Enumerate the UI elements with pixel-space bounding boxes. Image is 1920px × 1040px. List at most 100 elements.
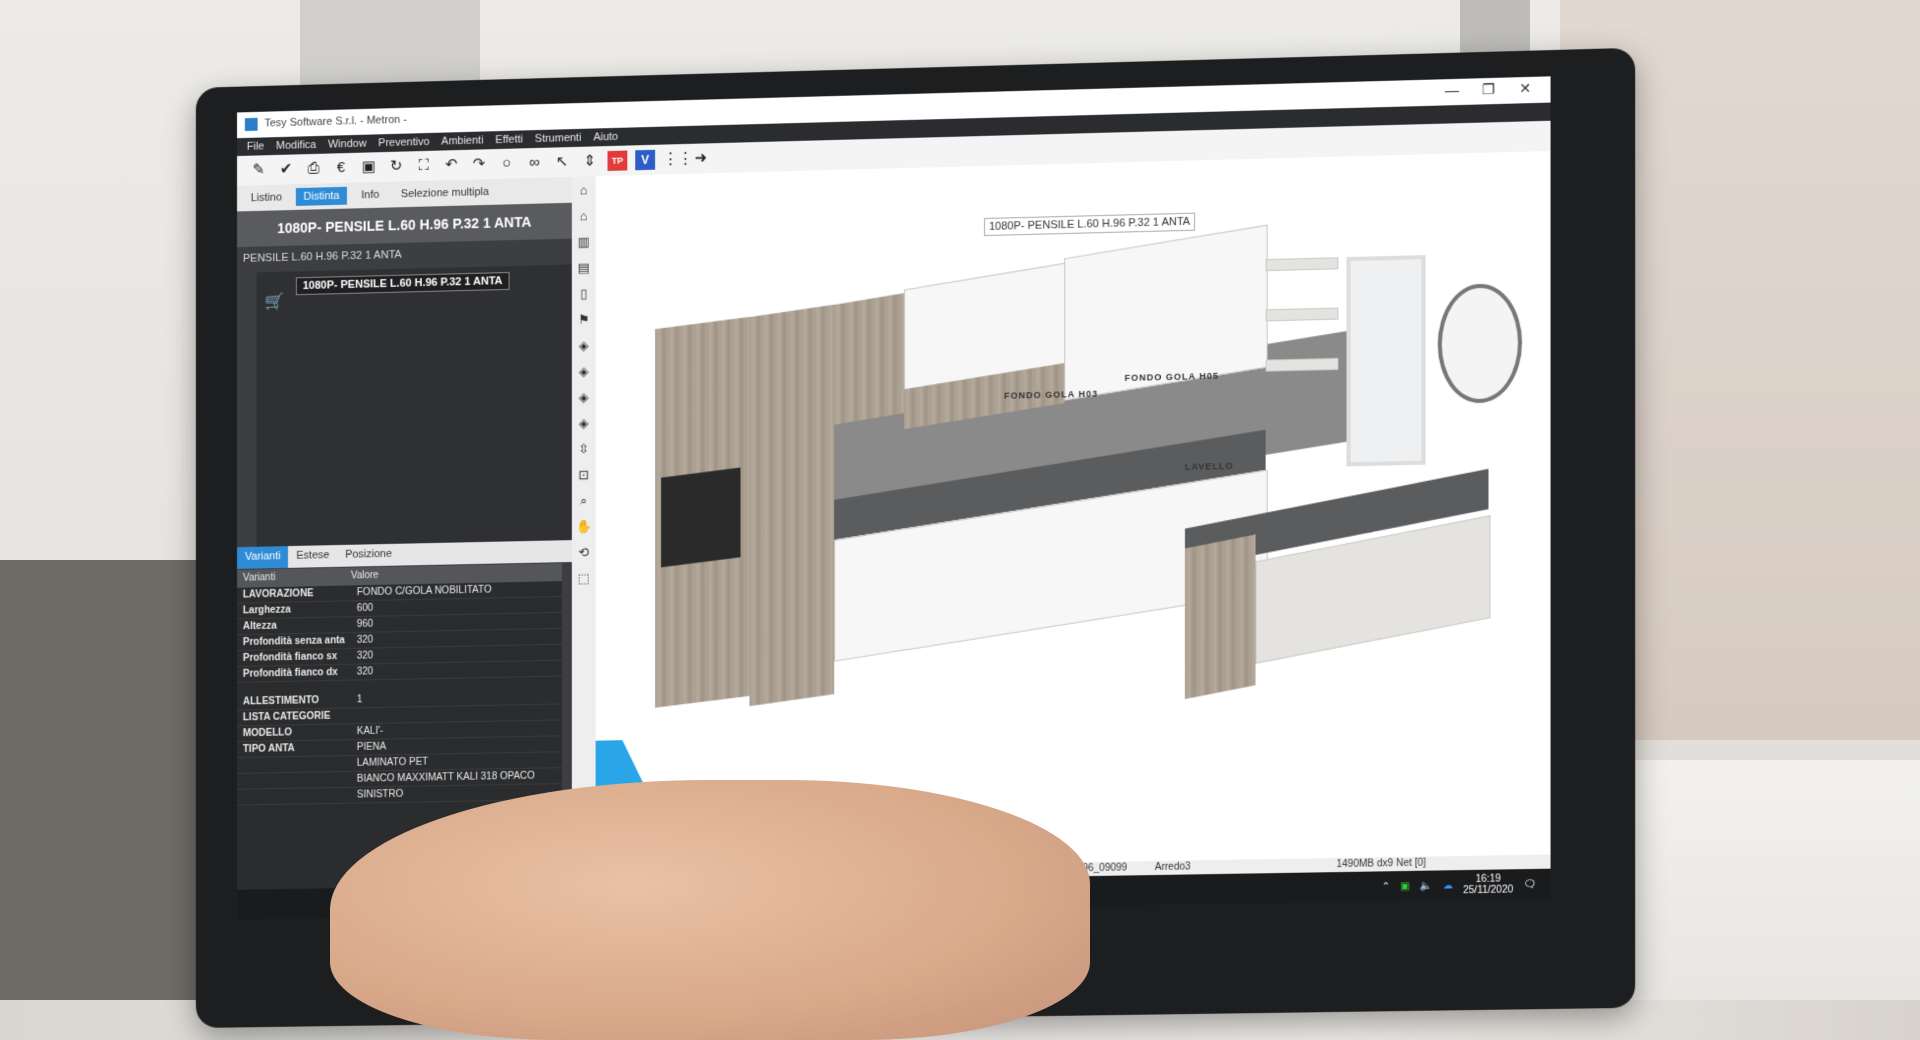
3d-viewport[interactable]: ⟂	[595, 151, 1551, 871]
tab-varianti[interactable]: Varianti	[237, 546, 289, 569]
print-icon[interactable]: ⎙	[304, 159, 324, 179]
euro-icon[interactable]: €	[331, 158, 351, 178]
oven	[661, 467, 741, 568]
house-icon[interactable]: ⌂	[574, 208, 594, 228]
row-key: LISTA CATEGORIE	[242, 710, 331, 724]
cloud-icon[interactable]: ☁	[1443, 880, 1453, 891]
tall-column	[749, 304, 835, 707]
row-key: ALLESTIMENTO	[242, 695, 320, 708]
bulb-icon[interactable]: ○	[497, 153, 517, 173]
fullscreen-icon[interactable]: ⛶	[414, 156, 434, 176]
row-key: LAVORAZIONE	[242, 588, 314, 601]
tab-posizione[interactable]: Posizione	[337, 544, 400, 567]
cube-view-icon[interactable]: ◈	[574, 338, 594, 358]
tab-estese[interactable]: Estese	[289, 545, 338, 568]
home-icon[interactable]: ⌂	[574, 182, 594, 202]
notification-icon[interactable]: 🗨	[1523, 878, 1536, 889]
row-key: TIPO ANTA	[242, 743, 295, 756]
row-key	[237, 788, 351, 805]
cursor-icon[interactable]: ↖	[552, 152, 572, 172]
row-key: Profondità senza anta	[242, 635, 345, 649]
arrow-right-icon[interactable]: ➜	[691, 148, 711, 168]
cart-icon[interactable]: 🛒	[264, 292, 284, 312]
glasses-icon[interactable]: ∞	[524, 153, 544, 173]
ruler-icon[interactable]: ⇳	[574, 441, 594, 461]
menu-ambienti[interactable]: Ambienti	[441, 134, 483, 147]
row-value: 600	[356, 602, 374, 615]
wall-cabinet	[834, 293, 905, 425]
time: 16:19	[1475, 873, 1501, 886]
row-value: 1	[356, 694, 363, 706]
row-value	[351, 708, 357, 723]
wireframe-icon[interactable]: ⬚	[574, 570, 594, 590]
minimize-button[interactable]: —	[1441, 82, 1463, 99]
door-icon[interactable]: ▯	[574, 286, 594, 306]
grid-icon[interactable]: ⋮⋮	[663, 149, 693, 169]
island-side	[1184, 534, 1256, 700]
box-icon[interactable]: ▤	[574, 260, 594, 280]
date: 25/11/2020	[1463, 884, 1514, 897]
tab-listino[interactable]: Listino	[243, 188, 290, 207]
menu-strumenti[interactable]: Strumenti	[535, 132, 582, 145]
row-value: 320	[356, 666, 374, 678]
menu-window[interactable]: Window	[328, 138, 366, 151]
app-logo-icon	[244, 117, 258, 132]
measure-icon[interactable]: ⇕	[580, 151, 600, 171]
wall-shelf	[1265, 357, 1339, 372]
flag-icon[interactable]: ⚑	[574, 312, 594, 332]
frame-icon[interactable]: ▣	[359, 157, 379, 177]
row-value: LAMINATO PET	[356, 756, 429, 769]
row-value: PIENA	[356, 741, 387, 753]
clock[interactable]: 16:19 25/11/2020	[1463, 873, 1514, 897]
row-key: Profondità fianco dx	[242, 667, 338, 680]
column-header: Valore	[350, 569, 379, 582]
pencil-icon[interactable]: ✎	[249, 160, 269, 180]
menu-aiuto[interactable]: Aiuto	[593, 131, 618, 144]
tab-info[interactable]: Info	[353, 186, 387, 205]
balcony-door	[1346, 255, 1426, 467]
status-ambient: Arredo3	[1154, 861, 1191, 874]
menu-effetti[interactable]: Effetti	[495, 133, 523, 146]
close-button[interactable]: ✕	[1514, 80, 1536, 98]
cube-view-icon[interactable]: ◈	[574, 363, 594, 383]
column-header: Varianti	[242, 572, 276, 584]
item-header: 1080P- PENSILE L.60 H.96 P.32 1 ANTA	[237, 202, 572, 248]
menu-preventivo[interactable]: Preventivo	[378, 136, 429, 149]
menu-modifica[interactable]: Modifica	[276, 139, 316, 152]
zoom-window-icon[interactable]: ⊡	[574, 467, 594, 487]
row-value: 320	[356, 634, 374, 646]
v-icon[interactable]: V	[635, 149, 656, 171]
wall-shelf	[1265, 257, 1339, 272]
status-memory: 1490MB dx9 Net [0]	[1336, 857, 1426, 871]
tab-selezione-multipla[interactable]: Selezione multipla	[393, 183, 497, 204]
row-value: FONDO C/GOLA NOBILITATO	[356, 584, 492, 599]
row-key: Altezza	[242, 620, 277, 633]
menu-file[interactable]: File	[247, 140, 264, 152]
tp-icon[interactable]: TP	[607, 150, 628, 171]
wall-shelf	[1265, 307, 1339, 322]
tree-item[interactable]: 1080P- PENSILE L.60 H.96 P.32 1 ANTA	[295, 271, 510, 296]
cube-view-icon[interactable]: ◈	[574, 415, 594, 435]
cube-icon[interactable]: ▥	[574, 234, 594, 254]
refresh-icon[interactable]: ↻	[386, 156, 406, 176]
chevron-up-icon[interactable]: ⌃	[1382, 881, 1391, 892]
row-key: Larghezza	[242, 604, 291, 617]
rotate-icon[interactable]: ⟲	[574, 545, 594, 565]
row-value: SINISTRO	[356, 788, 404, 801]
check-icon[interactable]: ✔	[276, 159, 296, 179]
app-tray-icon[interactable]: ▣	[1400, 881, 1410, 892]
zoom-icon[interactable]: ⌕	[574, 493, 594, 513]
row-value: 960	[356, 618, 374, 630]
row-value: 320	[356, 650, 374, 662]
hand-icon[interactable]: ✋	[574, 519, 594, 539]
tab-distinta[interactable]: Distinta	[295, 186, 348, 206]
kitchen-render: FONDO GOLA H03 FONDO GOLA H05 LAVELLO	[655, 192, 1523, 772]
cube-view-icon[interactable]: ◈	[574, 389, 594, 409]
window-title: Tesy Software S.r.l. - Metron -	[264, 113, 407, 130]
maximize-button[interactable]: ❐	[1477, 81, 1499, 99]
wall-clock	[1437, 282, 1523, 404]
volume-icon[interactable]: 🔈	[1420, 880, 1433, 891]
row-key	[237, 772, 351, 789]
undo-icon[interactable]: ↶	[441, 155, 461, 175]
redo-icon[interactable]: ↷	[469, 154, 489, 174]
